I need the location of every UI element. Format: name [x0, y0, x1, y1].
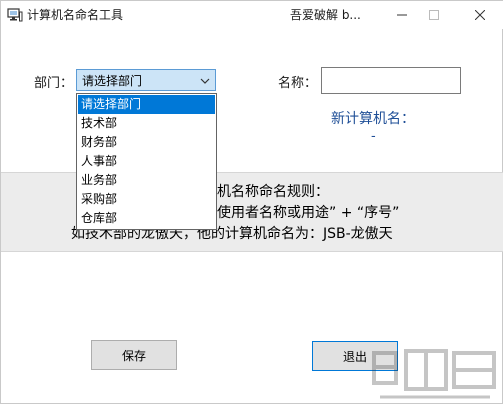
maximize-button[interactable]: [417, 1, 451, 29]
save-button[interactable]: 保存: [91, 340, 177, 370]
maximize-icon: [429, 10, 439, 20]
department-dropdown-list[interactable]: 请选择部门 技术部 财务部 人事部 业务部 采购部 仓库部: [76, 93, 217, 230]
dropdown-option[interactable]: 技术部: [78, 114, 215, 133]
dropdown-option[interactable]: 人事部: [78, 152, 215, 171]
app-window: 计算机名命名工具 吾爱破解 b... 部门： 请选择部门 名称： 新计算机名： …: [0, 0, 503, 404]
window-title: 计算机名命名工具: [27, 8, 124, 22]
dropdown-option[interactable]: 仓库部: [78, 209, 215, 228]
minimize-icon: [397, 14, 407, 16]
new-name-value: -: [371, 129, 376, 144]
name-input[interactable]: [321, 67, 461, 94]
department-select-value: 请选择部门: [82, 74, 143, 88]
department-select[interactable]: 请选择部门: [76, 69, 216, 91]
rules-line-2: 使用者名称或用途” + “序号”: [217, 205, 400, 221]
chevron-down-icon: [200, 75, 210, 89]
new-name-label: 新计算机名：: [331, 111, 415, 127]
name-label: 名称：: [278, 76, 318, 91]
dropdown-option[interactable]: 财务部: [78, 133, 215, 152]
close-button[interactable]: [463, 1, 497, 29]
dropdown-option[interactable]: 采购部: [78, 190, 215, 209]
watermark-logo: [370, 345, 502, 403]
department-label: 部门：: [34, 76, 74, 91]
title-bar[interactable]: 计算机名命名工具 吾爱破解 b...: [1, 1, 503, 29]
rules-line-1: 机名称命名规则：: [217, 184, 329, 200]
computer-icon: [7, 7, 23, 23]
dropdown-option[interactable]: 请选择部门: [78, 95, 215, 114]
minimize-button[interactable]: [385, 1, 419, 29]
close-icon: [475, 10, 485, 20]
window-title-extra: 吾爱破解 b...: [290, 8, 361, 22]
dropdown-option[interactable]: 业务部: [78, 171, 215, 190]
